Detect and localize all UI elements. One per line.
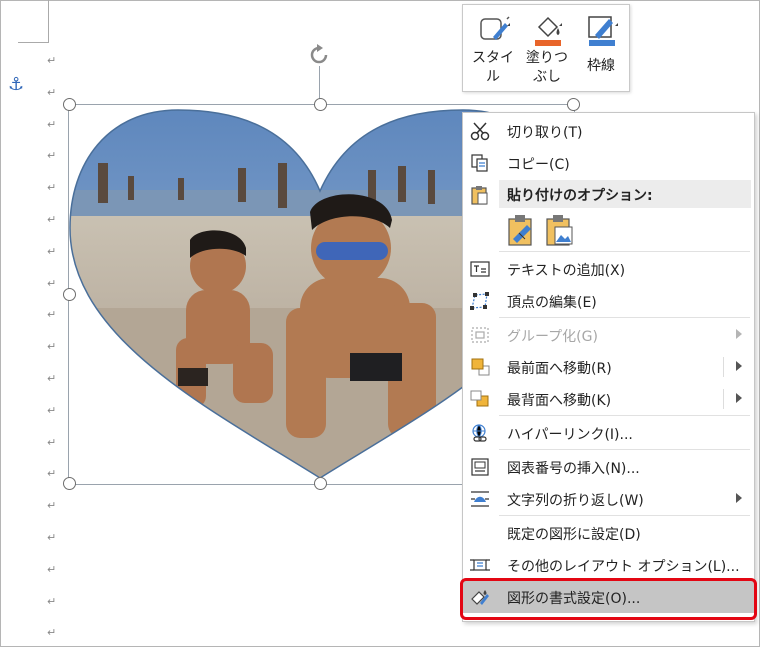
menu-item-set-default-shape[interactable]: 既定の図形に設定(D) [463, 517, 754, 549]
menu-label: 最前面へ移動(R) [507, 361, 612, 377]
paragraph-mark: ↵ [47, 435, 57, 449]
resize-handle-left[interactable] [63, 288, 76, 301]
menu-label: 頂点の編集(E) [507, 295, 597, 311]
menu-item-more-layout-options[interactable]: その他のレイアウト オプション(L)... [463, 549, 754, 581]
bring-to-front-icon [471, 358, 490, 376]
paragraph-mark: ↵ [47, 308, 57, 322]
send-to-back-icon [470, 390, 489, 407]
menu-separator [499, 515, 750, 516]
menu-item-edit-points[interactable]: 頂点の編集(E) [463, 285, 754, 317]
menu-item-bring-to-front[interactable]: 最前面へ移動(R) [463, 351, 754, 383]
menu-item-group: グループ化(G) [463, 319, 754, 351]
paste-options-label: 貼り付けのオプション: [507, 188, 653, 204]
submenu-arrow-icon[interactable] [736, 361, 742, 371]
paste-brush-icon [508, 215, 532, 246]
paragraph-mark: ↵ [47, 149, 57, 163]
paragraph-mark: ↵ [47, 371, 57, 385]
style-button[interactable]: スタイ ル [467, 5, 519, 91]
clipboard-icon [471, 186, 488, 205]
resize-handle-bottom-left[interactable] [63, 477, 76, 490]
submenu-divider [723, 357, 724, 377]
paragraph-mark: ↵ [47, 340, 57, 354]
mini-toolbar: スタイ ル 塗りつ ぶし 枠線 [462, 4, 630, 92]
pen-outline-icon [588, 16, 618, 46]
menu-item-insert-caption[interactable]: 図表番号の挿入(N)... [463, 451, 754, 483]
paste-options-header: 貼り付けのオプション: [499, 180, 751, 208]
paste-keep-formatting-button[interactable] [507, 213, 537, 247]
paste-picture-icon [546, 215, 573, 246]
outline-button[interactable]: 枠線 [575, 5, 627, 91]
paragraph-mark: ↵ [47, 117, 57, 131]
rotate-icon[interactable] [306, 42, 332, 68]
add-text-icon [470, 261, 490, 277]
menu-separator [499, 449, 750, 450]
resize-handle-top[interactable] [314, 98, 327, 111]
submenu-arrow-icon[interactable] [736, 493, 742, 503]
paragraph-mark: ↵ [47, 276, 57, 290]
context-menu: 切り取り(T) コピー(C) 貼り付けのオプション: テキストの追加(X) 頂点… [462, 112, 755, 622]
submenu-arrow-icon [736, 329, 742, 339]
menu-item-copy[interactable]: コピー(C) [463, 147, 754, 179]
layout-options-icon [470, 559, 490, 571]
menu-label: テキストの追加(X) [507, 263, 626, 279]
copy-icon [471, 154, 488, 172]
paste-as-picture-button[interactable] [545, 213, 575, 247]
hyperlink-icon [472, 424, 487, 442]
menu-label: 切り取り(T) [507, 125, 583, 141]
menu-separator [499, 415, 750, 416]
menu-label: 最背面へ移動(K) [507, 393, 612, 409]
menu-item-wrap-text[interactable]: 文字列の折り返し(W) [463, 483, 754, 515]
resize-handle-bottom[interactable] [314, 477, 327, 490]
paragraph-mark: ↵ [47, 530, 57, 544]
menu-item-add-text[interactable]: テキストの追加(X) [463, 253, 754, 285]
menu-label: 文字列の折り返し(W) [507, 493, 644, 509]
fill-button[interactable]: 塗りつ ぶし [521, 5, 573, 91]
paragraph-mark: ↵ [47, 594, 57, 608]
menu-item-cut[interactable]: 切り取り(T) [463, 115, 754, 147]
menu-label: 図表番号の挿入(N)... [507, 461, 640, 477]
paragraph-mark: ↵ [47, 244, 57, 258]
paragraph-mark: ↵ [47, 467, 57, 481]
menu-label: その他のレイアウト オプション(L)... [507, 559, 740, 575]
wrap-text-icon [471, 491, 489, 507]
menu-label: コピー(C) [507, 157, 570, 173]
outline-label: 枠線 [587, 58, 615, 74]
anchor-icon[interactable]: ⚓ [8, 74, 24, 95]
menu-separator [499, 317, 750, 318]
menu-item-hyperlink[interactable]: ハイパーリンク(I)... [463, 417, 754, 449]
menu-label: 既定の図形に設定(D) [507, 527, 641, 543]
menu-label: ハイパーリンク(I)... [507, 427, 633, 443]
paragraph-marks: ↵ ↵ ↵ ↵ ↵ ↵ ↵ ↵ ↵ ↵ ↵ ↵ ↵ ↵ ↵ ↵ ↵ ↵ ↵ [47, 54, 61, 658]
paint-bucket-icon [535, 16, 562, 46]
paragraph-mark: ↵ [47, 626, 57, 640]
paragraph-mark: ↵ [47, 212, 57, 226]
highlight-callout [460, 578, 757, 620]
edit-points-icon [470, 292, 489, 310]
margin-corner-mark [18, 0, 49, 43]
submenu-arrow-icon[interactable] [736, 393, 742, 403]
fill-label-line2: ぶし [533, 69, 561, 85]
scissors-icon [470, 122, 490, 141]
paragraph-mark: ↵ [47, 85, 57, 99]
caption-icon [471, 458, 489, 476]
resize-handle-top-right[interactable] [567, 98, 580, 111]
menu-label: グループ化(G) [507, 329, 598, 345]
group-icon [471, 327, 489, 343]
menu-item-send-to-back[interactable]: 最背面へ移動(K) [463, 383, 754, 415]
submenu-divider [723, 389, 724, 409]
menu-separator [499, 251, 750, 252]
paragraph-mark: ↵ [47, 181, 57, 195]
paragraph-mark: ↵ [47, 403, 57, 417]
style-label-line2: ル [486, 69, 500, 85]
fill-label-line1: 塗りつ [525, 50, 569, 66]
paragraph-mark: ↵ [47, 499, 57, 513]
paragraph-mark: ↵ [47, 54, 57, 67]
shape-style-icon [480, 16, 510, 40]
resize-handle-top-left[interactable] [63, 98, 76, 111]
paragraph-mark: ↵ [47, 562, 57, 576]
style-label-line1: スタイ [472, 50, 514, 66]
